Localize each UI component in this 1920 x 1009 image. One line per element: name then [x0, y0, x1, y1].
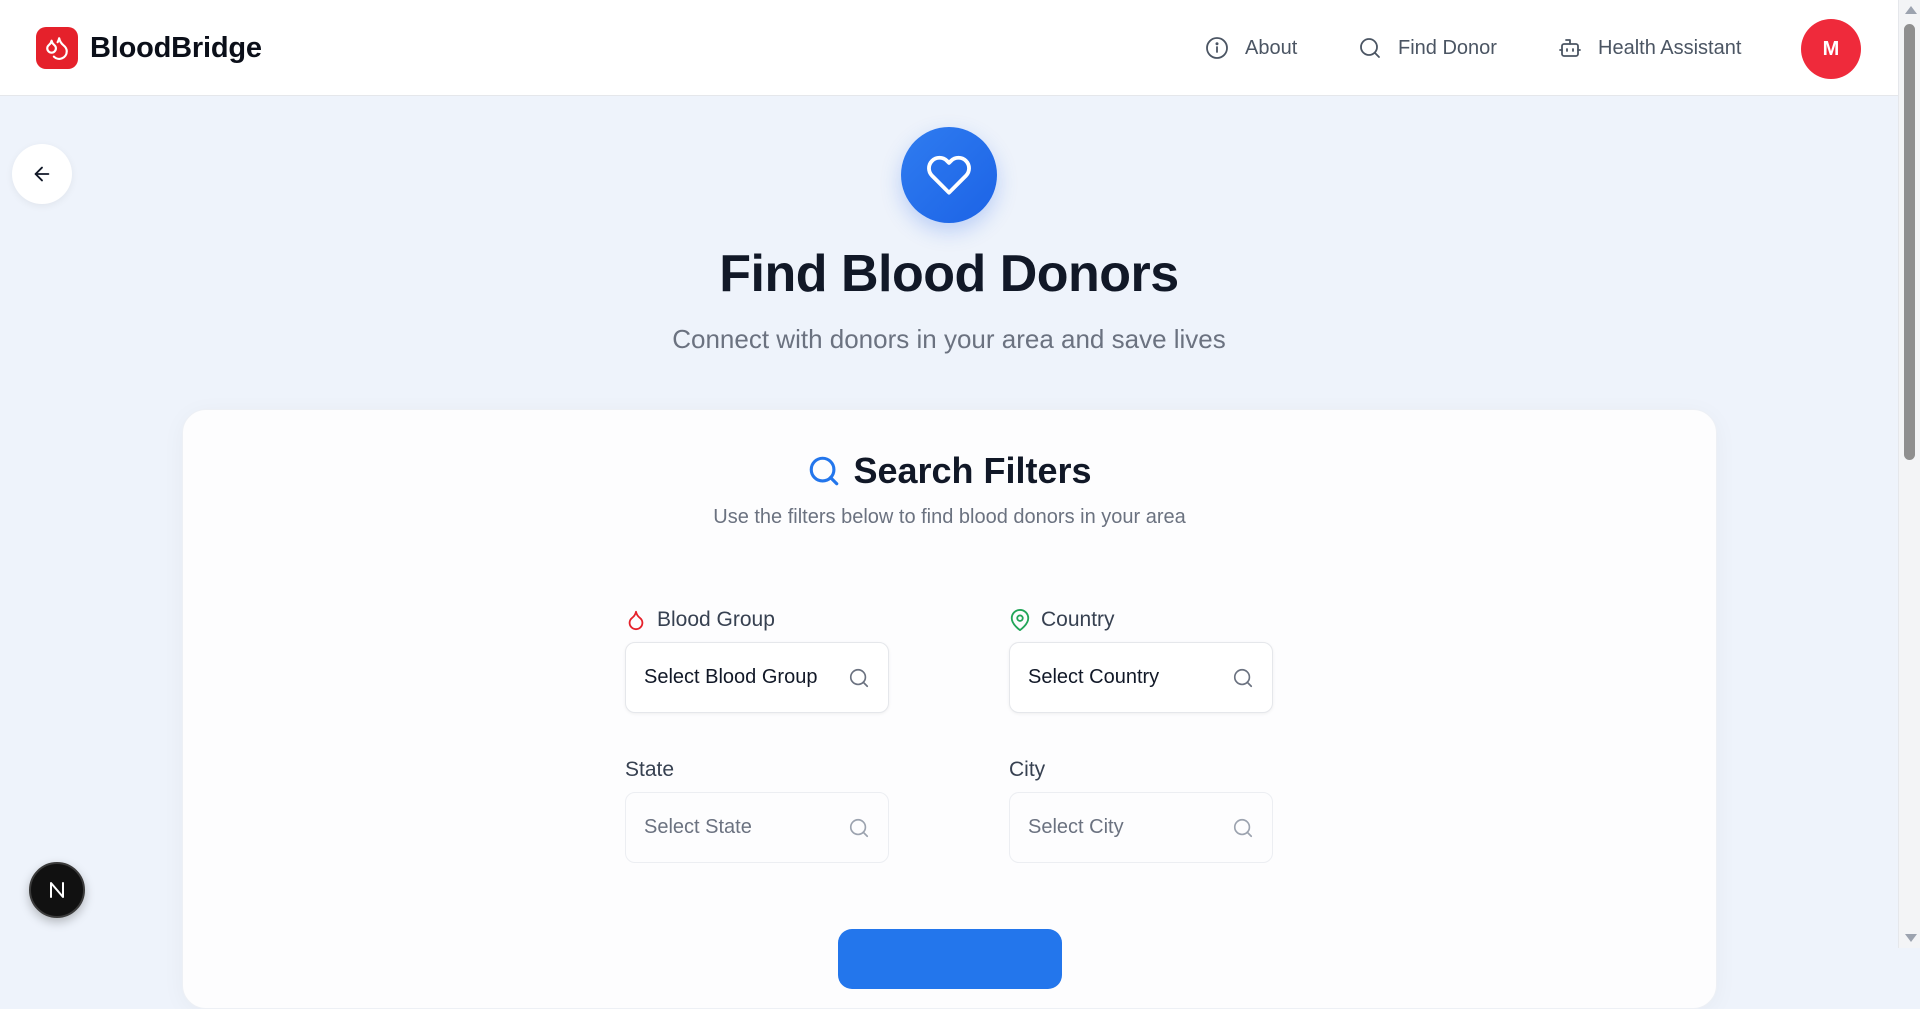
- nav-find-donor-label: Find Donor: [1398, 36, 1497, 59]
- blood-drops-logo-icon: [36, 27, 78, 69]
- search-icon: [1232, 667, 1254, 689]
- country-label: Country: [1009, 606, 1115, 634]
- search-filters-card: Search Filters Use the filters below to …: [182, 409, 1717, 1009]
- filters-subtitle: Use the filters below to find blood dono…: [713, 506, 1186, 528]
- search-icon: [848, 817, 870, 839]
- dev-tools-badge[interactable]: [29, 862, 85, 918]
- state-select-value: Select State: [644, 816, 752, 838]
- city-label: City: [1009, 758, 1046, 781]
- nav-health-assistant-label: Health Assistant: [1598, 36, 1742, 59]
- filters-title: Search Filters: [853, 450, 1092, 491]
- search-donors-button[interactable]: [838, 929, 1062, 989]
- city-select-value: Select City: [1028, 816, 1124, 838]
- robot-icon: [1558, 36, 1582, 60]
- state-field: State Select State: [625, 756, 889, 863]
- blood-drop-icon: [625, 609, 647, 631]
- brand-name: BloodBridge: [90, 31, 262, 64]
- page-scrollbar[interactable]: [1898, 0, 1920, 948]
- search-icon: [1358, 36, 1382, 60]
- search-icon: [848, 667, 870, 689]
- city-field: City Select City: [1009, 756, 1273, 863]
- nav-health-assistant[interactable]: Health Assistant: [1558, 33, 1741, 63]
- blood-group-select-value: Select Blood Group: [644, 666, 818, 688]
- nav-about[interactable]: About: [1205, 33, 1297, 63]
- country-select[interactable]: Select Country: [1009, 642, 1273, 713]
- country-field: Country Select Country: [1009, 606, 1273, 713]
- arrow-left-icon: [31, 163, 53, 185]
- city-select[interactable]: Select City: [1009, 792, 1273, 863]
- hero-heart-badge: [901, 127, 997, 223]
- scroll-down-arrow-icon[interactable]: [1905, 934, 1917, 942]
- state-select[interactable]: Select State: [625, 792, 889, 863]
- state-label: State: [625, 758, 675, 781]
- page-title: Find Blood Donors: [719, 245, 1179, 303]
- search-icon: [807, 454, 841, 488]
- heart-icon: [926, 152, 972, 198]
- brand[interactable]: BloodBridge: [36, 27, 262, 69]
- info-icon: [1205, 36, 1229, 60]
- blood-group-field: Blood Group Select Blood Group: [625, 606, 889, 713]
- page-subtitle: Connect with donors in your area and sav…: [672, 324, 1226, 354]
- back-button[interactable]: [12, 144, 72, 204]
- user-avatar[interactable]: M: [1801, 19, 1861, 79]
- map-pin-icon: [1009, 609, 1031, 631]
- filters-heading: Search Filters: [183, 450, 1716, 492]
- scroll-up-arrow-icon[interactable]: [1905, 6, 1917, 14]
- nav-about-label: About: [1245, 36, 1298, 59]
- n-letter-logo-icon: [45, 878, 69, 902]
- blood-group-select[interactable]: Select Blood Group: [625, 642, 889, 713]
- blood-group-label: Blood Group: [625, 606, 775, 634]
- top-nav-bar: BloodBridge About Find Donor Health Assi…: [0, 0, 1898, 96]
- country-select-value: Select Country: [1028, 666, 1160, 688]
- nav-find-donor[interactable]: Find Donor: [1358, 33, 1497, 63]
- search-icon: [1232, 817, 1254, 839]
- scroll-thumb[interactable]: [1904, 24, 1915, 460]
